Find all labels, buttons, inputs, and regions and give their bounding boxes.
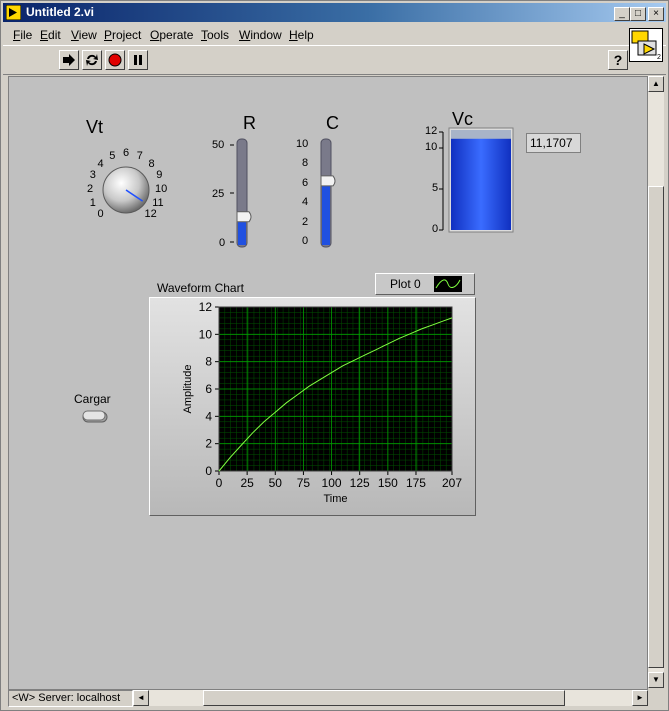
slider-c-label: C xyxy=(326,113,339,133)
y-tick-label: 2 xyxy=(205,437,212,451)
svg-text:2: 2 xyxy=(657,54,661,61)
slider-c[interactable] xyxy=(306,137,356,251)
legend-swatch xyxy=(434,276,462,292)
knob-tick-label: 2 xyxy=(87,183,94,195)
vertical-scroll-thumb[interactable] xyxy=(648,186,664,668)
menu-item[interactable]: Help xyxy=(289,28,314,42)
resize-grip[interactable] xyxy=(650,690,666,706)
knob-tick-label: 9 xyxy=(156,169,163,182)
x-tick-label: 175 xyxy=(406,476,426,490)
y-axis-label: Amplitude xyxy=(182,365,194,414)
scroll-right-arrow-icon[interactable]: ► xyxy=(632,690,648,706)
slider-c-thumb[interactable] xyxy=(320,175,336,187)
server-status: <W> Server: localhost xyxy=(8,690,133,707)
x-axis-label: Time xyxy=(323,493,347,505)
tank-tick-label: 10 xyxy=(425,141,438,154)
menu-item[interactable]: Operate xyxy=(150,28,193,42)
vt-knob[interactable] xyxy=(101,165,151,215)
abort-icon[interactable] xyxy=(105,50,125,70)
window-title: Untitled 2.vi xyxy=(26,5,95,19)
horizontal-scrollbar[interactable]: ◄ ► xyxy=(133,690,648,706)
status-bar: <W> Server: localhost ◄ ► xyxy=(3,690,666,708)
vc-tank xyxy=(439,127,514,233)
vi-icon[interactable]: 2 xyxy=(629,28,663,62)
menu-item[interactable]: Tools xyxy=(201,28,229,42)
front-panel: Vt 0 1 2 3 4 5 6 7 8 9 10 11 12 R 50 25 0 xyxy=(8,76,648,690)
menu-bar: File Edit View Project Operate Tools Window Hel… xyxy=(3,24,666,44)
toggle-label: Cargar xyxy=(74,392,111,406)
menu-item[interactable]: File xyxy=(13,28,32,42)
plot-legend[interactable]: Plot 0 xyxy=(375,273,475,295)
tank-tick-label: 0 xyxy=(432,223,439,235)
x-tick-label: 25 xyxy=(240,476,254,490)
y-tick-label: 0 xyxy=(205,464,212,478)
tank-digital-display: 11,1707 xyxy=(526,133,581,153)
knob-label: Vt xyxy=(86,117,104,137)
toolbar: ? xyxy=(3,45,666,75)
context-help-button[interactable]: ? xyxy=(608,50,628,70)
menu-item[interactable]: View xyxy=(71,28,97,42)
menu-item[interactable]: Edit xyxy=(40,28,61,42)
run-arrow-icon[interactable] xyxy=(59,50,79,70)
knob-tick-label: 1 xyxy=(89,196,96,209)
title-bar[interactable]: Untitled 2.vi _ □ × xyxy=(3,3,666,22)
x-tick-label: 50 xyxy=(269,476,283,490)
y-tick-label: 8 xyxy=(205,355,212,369)
scroll-left-arrow-icon[interactable]: ◄ xyxy=(133,690,149,706)
legend-label: Plot 0 xyxy=(390,277,421,291)
labview-window: Untitled 2.vi _ □ × File Edit View Project O… xyxy=(0,0,669,711)
cargar-toggle[interactable] xyxy=(81,409,115,427)
x-tick-label: 207 xyxy=(442,476,462,490)
knob-tick-label: 7 xyxy=(136,149,143,162)
minimize-button[interactable]: _ xyxy=(614,7,630,21)
knob-tick-label: 10 xyxy=(155,183,168,195)
knob-tick-label: 11 xyxy=(152,196,164,209)
x-tick-label: 150 xyxy=(378,476,398,490)
run-continuously-icon[interactable] xyxy=(82,50,102,70)
y-tick-label: 10 xyxy=(199,327,213,341)
menu-item[interactable]: Window xyxy=(239,28,282,42)
slider-r[interactable] xyxy=(222,137,272,251)
y-tick-label: 4 xyxy=(205,409,212,423)
tank-tick-label: 12 xyxy=(425,125,438,137)
menu-item[interactable]: Project xyxy=(104,28,141,42)
x-tick-label: 100 xyxy=(322,476,342,490)
x-tick-label: 0 xyxy=(216,476,223,490)
y-tick-label: 6 xyxy=(205,382,212,396)
y-tick-label: 12 xyxy=(199,300,213,314)
tank-tick-label: 5 xyxy=(432,182,439,195)
horizontal-scroll-thumb[interactable] xyxy=(203,690,565,706)
labview-app-icon xyxy=(6,5,21,20)
vertical-scrollbar[interactable]: ▲ ▼ xyxy=(648,76,664,688)
slider-c-fill xyxy=(322,180,330,245)
x-tick-label: 125 xyxy=(350,476,370,490)
slider-r-thumb[interactable] xyxy=(236,211,252,223)
pause-icon[interactable] xyxy=(128,50,148,70)
tank-fill xyxy=(451,138,511,230)
scroll-down-arrow-icon[interactable]: ▼ xyxy=(648,672,664,688)
scroll-up-arrow-icon[interactable]: ▲ xyxy=(648,76,664,92)
close-button[interactable]: × xyxy=(648,7,664,21)
waveform-chart[interactable]: 0 25 50 75 100 125 150 175 207 0 2 4 6 8 10 12 Time Ampli… xyxy=(149,297,474,514)
knob-tick-label: 6 xyxy=(123,147,130,159)
x-tick-label: 75 xyxy=(297,476,311,490)
maximize-button[interactable]: □ xyxy=(630,7,646,21)
knob-tick-label: 5 xyxy=(109,149,116,162)
knob-tick-label: 3 xyxy=(89,169,96,182)
slider-r-label: R xyxy=(243,113,256,133)
chart-title: Waveform Chart xyxy=(157,281,244,295)
